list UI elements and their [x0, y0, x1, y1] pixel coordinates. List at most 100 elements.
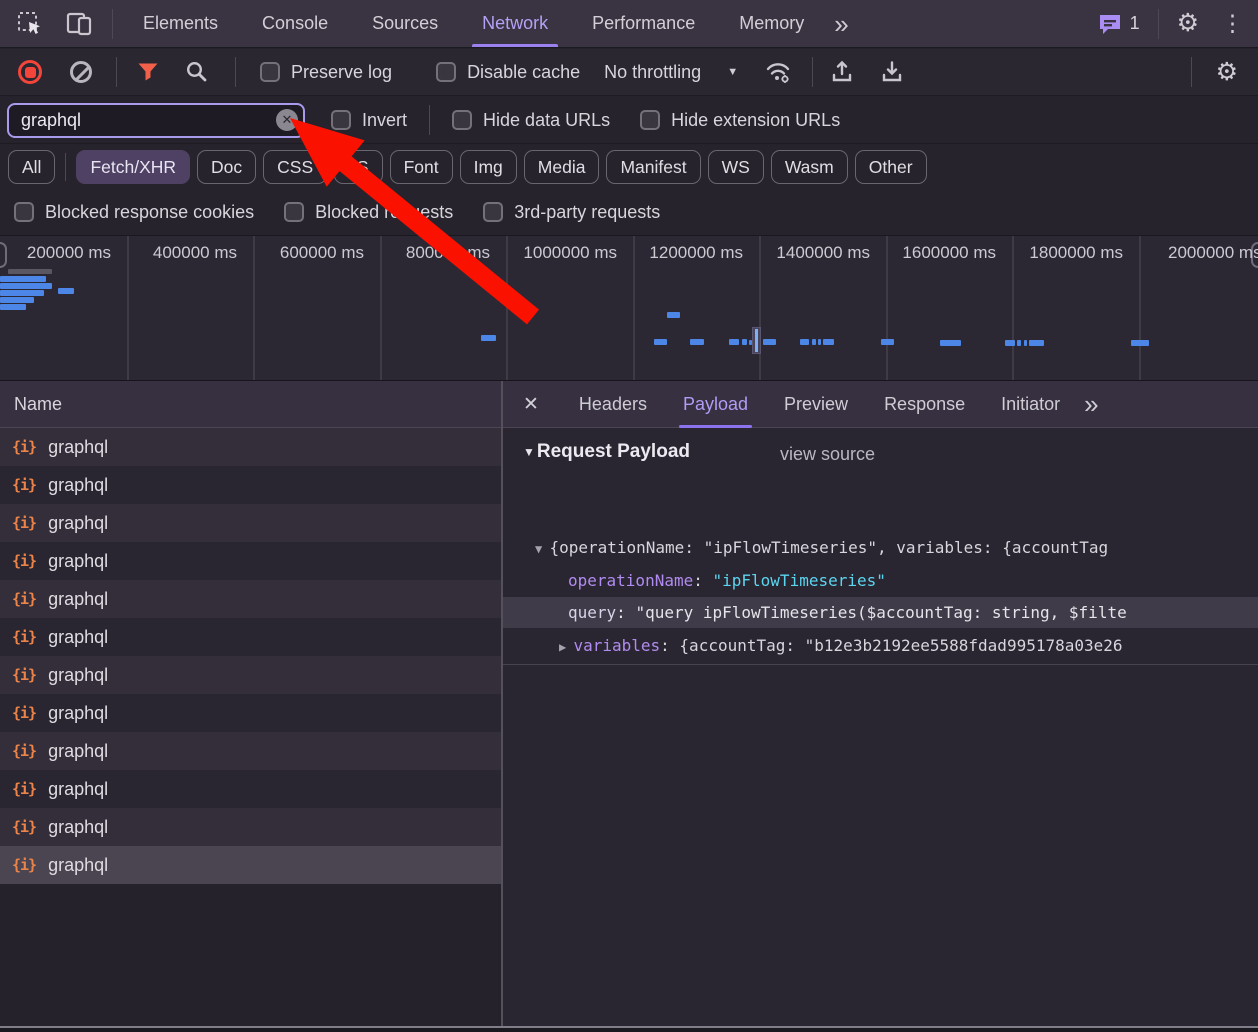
timeline-label: 200000 ms	[0, 243, 111, 263]
json-braces-icon: {i}	[12, 704, 36, 722]
throttling-select[interactable]: No throttling	[604, 62, 701, 83]
chip-other[interactable]: Other	[855, 150, 927, 184]
request-row[interactable]: {i}graphql	[0, 466, 501, 504]
filter-input[interactable]	[7, 103, 305, 138]
import-har-icon[interactable]	[829, 59, 855, 85]
issues-icon[interactable]	[1097, 12, 1123, 36]
chip-ws[interactable]: WS	[708, 150, 764, 184]
clear-filter-icon[interactable]: ✕	[276, 109, 298, 131]
disable-cache-checkbox[interactable]	[436, 62, 456, 82]
invert-checkbox[interactable]	[331, 110, 351, 130]
blocked-response-cookies-checkbox[interactable]	[14, 202, 34, 222]
waterfall-bar[interactable]	[690, 339, 704, 345]
waterfall-bar[interactable]	[0, 290, 44, 296]
chip-all[interactable]: All	[8, 150, 55, 184]
request-row[interactable]: {i}graphql	[0, 656, 501, 694]
network-conditions-icon[interactable]	[764, 59, 794, 85]
detail-tab-preview[interactable]: Preview	[780, 381, 852, 428]
request-row[interactable]: {i}graphql	[0, 580, 501, 618]
details-more-tabs-icon[interactable]: »	[1084, 391, 1098, 417]
detail-tab-response[interactable]: Response	[880, 381, 969, 428]
waterfall-bar[interactable]	[763, 339, 776, 345]
waterfall-bar[interactable]	[654, 339, 667, 345]
request-row[interactable]: {i}graphql	[0, 732, 501, 770]
blocked-requests-checkbox[interactable]	[284, 202, 304, 222]
search-icon[interactable]	[185, 60, 209, 84]
waterfall-bar[interactable]	[1131, 340, 1149, 346]
detail-tab-headers[interactable]: Headers	[575, 381, 651, 428]
waterfall-bar[interactable]	[58, 288, 74, 294]
payload-query-row[interactable]: query: "query ipFlowTimeseries($accountT…	[568, 597, 1258, 628]
payload-variables-row[interactable]: ▶ variables: {accountTag: "b12e3b2192ee5…	[559, 630, 1258, 661]
record-network-log-icon[interactable]	[18, 60, 42, 84]
name-column-header[interactable]: Name	[0, 381, 501, 428]
payload-preview-row[interactable]: ▼ {operationName: "ipFlowTimeseries", va…	[535, 532, 1255, 563]
request-payload-expander-icon[interactable]: ▼	[523, 445, 535, 459]
request-row[interactable]: {i}graphql	[0, 542, 501, 580]
detail-tab-initiator[interactable]: Initiator	[997, 381, 1064, 428]
request-name: graphql	[48, 627, 108, 648]
settings-gear-icon[interactable]: ⚙	[1177, 11, 1199, 36]
waterfall-bar[interactable]	[481, 335, 496, 341]
filter-funnel-icon[interactable]	[137, 62, 159, 82]
waterfall-bar[interactable]	[667, 312, 680, 318]
export-har-icon[interactable]	[879, 59, 905, 85]
third-party-requests-checkbox[interactable]	[483, 202, 503, 222]
chip-img[interactable]: Img	[460, 150, 517, 184]
waterfall-bar[interactable]	[940, 340, 961, 346]
view-source-link[interactable]: view source	[780, 444, 875, 465]
waterfall-bar[interactable]	[1029, 340, 1044, 346]
more-panels-icon[interactable]: »	[834, 11, 848, 37]
chip-fetch-xhr[interactable]: Fetch/XHR	[76, 150, 190, 184]
request-row[interactable]: {i}graphql	[0, 504, 501, 542]
chip-wasm[interactable]: Wasm	[771, 150, 848, 184]
tab-console[interactable]: Console	[250, 0, 340, 47]
chip-manifest[interactable]: Manifest	[606, 150, 700, 184]
chip-font[interactable]: Font	[390, 150, 453, 184]
chip-js[interactable]: JS	[334, 150, 382, 184]
request-row[interactable]: {i}graphql	[0, 618, 501, 656]
json-braces-icon: {i}	[12, 514, 36, 532]
waterfall-bar[interactable]	[1005, 340, 1015, 346]
waterfall-bar[interactable]	[8, 269, 52, 274]
waterfall-bar[interactable]	[0, 297, 34, 303]
waterfall-bar[interactable]	[881, 339, 894, 345]
chip-doc[interactable]: Doc	[197, 150, 256, 184]
hide-extension-urls-checkbox[interactable]	[640, 110, 660, 130]
close-details-icon[interactable]: ✕	[523, 393, 539, 416]
detail-tab-payload[interactable]: Payload	[679, 381, 752, 428]
tab-elements[interactable]: Elements	[131, 0, 230, 47]
kebab-menu-icon[interactable]: ⋮	[1221, 12, 1244, 35]
waterfall-bar[interactable]	[729, 339, 739, 345]
waterfall-bar[interactable]	[0, 304, 26, 310]
tab-sources[interactable]: Sources	[360, 0, 450, 47]
tab-network[interactable]: Network	[470, 0, 560, 47]
tab-performance[interactable]: Performance	[580, 0, 707, 47]
request-row[interactable]: {i}graphql	[0, 808, 501, 846]
preserve-log-checkbox[interactable]	[260, 62, 280, 82]
waterfall-bar[interactable]	[800, 339, 809, 345]
waterfall-bar[interactable]	[0, 283, 52, 289]
waterfall-bar[interactable]	[812, 339, 816, 345]
waterfall-bar[interactable]	[818, 339, 821, 345]
request-row[interactable]: {i}graphql	[0, 770, 501, 808]
request-row[interactable]: {i}graphql	[0, 428, 501, 466]
tab-memory[interactable]: Memory	[727, 0, 816, 47]
waterfall-bar[interactable]	[742, 339, 747, 345]
waterfall-bar[interactable]	[1017, 340, 1021, 346]
network-overview-timeline[interactable]: 200000 ms400000 ms600000 ms800000 ms1000…	[0, 236, 1258, 381]
clear-network-log-icon[interactable]	[70, 61, 92, 83]
throttling-dropdown-arrow-icon[interactable]: ▼	[727, 66, 738, 78]
hide-data-urls-checkbox[interactable]	[452, 110, 472, 130]
device-toolbar-icon[interactable]	[64, 11, 94, 37]
waterfall-bar[interactable]	[823, 339, 834, 345]
request-row[interactable]: {i}graphql	[0, 694, 501, 732]
waterfall-selected-marker[interactable]	[752, 327, 761, 354]
waterfall-bar[interactable]	[1024, 340, 1027, 346]
waterfall-bar[interactable]	[0, 276, 46, 282]
chip-media[interactable]: Media	[524, 150, 600, 184]
network-settings-gear-icon[interactable]: ⚙	[1216, 60, 1238, 85]
chip-css[interactable]: CSS	[263, 150, 327, 184]
request-row[interactable]: {i}graphql	[0, 846, 501, 884]
inspect-element-icon[interactable]	[16, 10, 44, 38]
